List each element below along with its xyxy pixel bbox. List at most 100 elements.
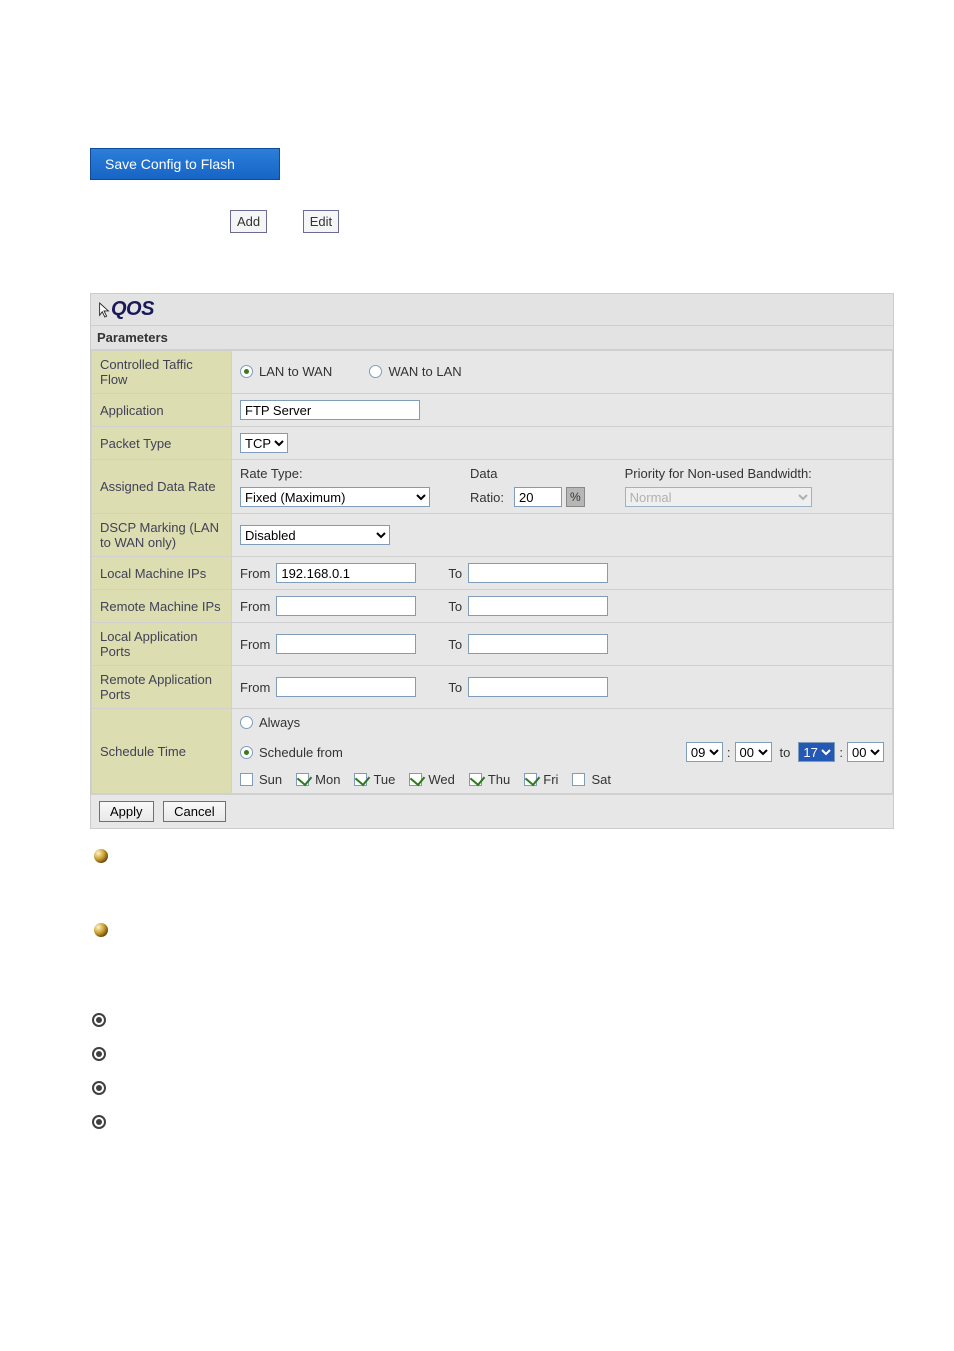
apply-button[interactable]: Apply: [99, 801, 154, 822]
parameters-header: Parameters: [91, 325, 893, 350]
cancel-button[interactable]: Cancel: [163, 801, 225, 822]
save-config-button[interactable]: Save Config to Flash: [90, 148, 280, 180]
day-mon-label: Mon: [315, 772, 340, 787]
to-min-select[interactable]: 00: [847, 742, 884, 762]
day-sun-label: Sun: [259, 772, 282, 787]
label-schedule-time-text: Schedule Time: [100, 744, 186, 759]
label-assigned-data-rate: Assigned Data Rate: [92, 460, 232, 514]
remote-port-to-input[interactable]: [468, 677, 608, 697]
remote-port-from-input[interactable]: [276, 677, 416, 697]
label-remote-ports: Remote Application Ports: [92, 666, 232, 709]
local-port-from-input[interactable]: [276, 634, 416, 654]
qos-form-table: Controlled Taffic Flow LAN to WAN WAN to…: [91, 350, 893, 794]
radio-bullet-icon: [92, 1081, 106, 1095]
from-hour-select[interactable]: 09: [686, 742, 723, 762]
percent-symbol: %: [566, 487, 585, 507]
day-thu-label: Thu: [488, 772, 510, 787]
day-sat[interactable]: Sat: [572, 772, 611, 787]
label-dscp-text: DSCP Marking (LAN to WAN only): [100, 520, 219, 550]
to-hour-select[interactable]: 17: [798, 742, 835, 762]
to-word: to: [780, 745, 791, 760]
day-sun[interactable]: Sun: [240, 772, 282, 787]
label-packet-type-text: Packet Type: [100, 436, 171, 451]
label-traffic-flow-text: Controlled Taffic Flow: [100, 357, 193, 387]
qos-title-bar: QOS: [91, 294, 893, 325]
qos-title: QOS: [111, 298, 154, 321]
to-label: To: [448, 637, 462, 652]
packet-type-select[interactable]: TCP: [240, 433, 288, 453]
day-mon[interactable]: Mon: [296, 772, 340, 787]
rate-type-select[interactable]: Fixed (Maximum): [240, 487, 430, 507]
to-label: To: [448, 566, 462, 581]
label-traffic-flow: Controlled Taffic Flow: [92, 351, 232, 394]
data-ratio-label: Data: [470, 466, 585, 481]
label-dscp: DSCP Marking (LAN to WAN only): [92, 514, 232, 557]
local-ip-to-input[interactable]: [468, 563, 608, 583]
day-fri[interactable]: Fri: [524, 772, 558, 787]
to-label: To: [448, 680, 462, 695]
radio-bullets: [92, 1013, 894, 1129]
cancel-label: Cancel: [174, 804, 214, 819]
checkbox-icon: [240, 773, 253, 786]
sphere-icon: [94, 849, 108, 863]
remote-ip-from-input[interactable]: [276, 596, 416, 616]
day-fri-label: Fri: [543, 772, 558, 787]
label-local-ports: Local Application Ports: [92, 623, 232, 666]
radio-always[interactable]: Always: [240, 715, 300, 730]
edit-button-label: Edit: [310, 214, 332, 229]
label-schedule-time: Schedule Time: [92, 709, 232, 794]
checkbox-icon: [524, 773, 537, 786]
application-input[interactable]: [240, 400, 420, 420]
to-label: To: [448, 599, 462, 614]
qos-panel: QOS Parameters Controlled Taffic Flow LA…: [90, 293, 894, 829]
radio-lan-to-wan[interactable]: LAN to WAN: [240, 364, 332, 379]
local-ip-from-input[interactable]: [276, 563, 416, 583]
label-assigned-data-rate-text: Assigned Data Rate: [100, 479, 216, 494]
day-wed[interactable]: Wed: [409, 772, 455, 787]
radio-bullet-icon: [92, 1047, 106, 1061]
sphere-bullets: [94, 849, 894, 937]
schedule-from-label: Schedule from: [259, 745, 343, 760]
edit-button[interactable]: Edit: [303, 210, 339, 233]
add-edit-row: Add Edit: [90, 210, 894, 233]
remote-ip-to-input[interactable]: [468, 596, 608, 616]
from-label: From: [240, 637, 270, 652]
wan-to-lan-label: WAN to LAN: [388, 364, 461, 379]
sphere-icon: [94, 923, 108, 937]
day-thu[interactable]: Thu: [469, 772, 510, 787]
from-label: From: [240, 566, 270, 581]
day-tue[interactable]: Tue: [354, 772, 395, 787]
dscp-select[interactable]: Disabled: [240, 525, 390, 545]
save-config-label: Save Config to Flash: [105, 156, 235, 172]
label-local-ports-text: Local Application Ports: [100, 629, 198, 659]
label-remote-ips-text: Remote Machine IPs: [100, 599, 221, 614]
label-local-ips: Local Machine IPs: [92, 557, 232, 590]
radio-dot-icon: [240, 716, 253, 729]
lan-to-wan-label: LAN to WAN: [259, 364, 332, 379]
from-label: From: [240, 680, 270, 695]
add-button[interactable]: Add: [230, 210, 267, 233]
add-button-label: Add: [237, 214, 260, 229]
label-local-ips-text: Local Machine IPs: [100, 566, 206, 581]
data-ratio-sublabel: Ratio:: [470, 490, 504, 505]
apply-label: Apply: [110, 804, 143, 819]
colon-label: :: [839, 745, 843, 760]
from-min-select[interactable]: 00: [735, 742, 772, 762]
day-wed-label: Wed: [428, 772, 455, 787]
always-label: Always: [259, 715, 300, 730]
radio-wan-to-lan[interactable]: WAN to LAN: [369, 364, 461, 379]
radio-dot-icon: [240, 365, 253, 378]
cursor-icon: [97, 301, 111, 319]
day-sat-label: Sat: [591, 772, 611, 787]
data-ratio-input[interactable]: [514, 487, 562, 507]
radio-schedule-from[interactable]: Schedule from: [240, 745, 343, 760]
label-remote-ips: Remote Machine IPs: [92, 590, 232, 623]
from-label: From: [240, 599, 270, 614]
local-port-to-input[interactable]: [468, 634, 608, 654]
radio-dot-icon: [240, 746, 253, 759]
label-remote-ports-text: Remote Application Ports: [100, 672, 212, 702]
day-tue-label: Tue: [373, 772, 395, 787]
radio-dot-icon: [369, 365, 382, 378]
checkbox-icon: [409, 773, 422, 786]
parameters-label: Parameters: [97, 330, 168, 345]
